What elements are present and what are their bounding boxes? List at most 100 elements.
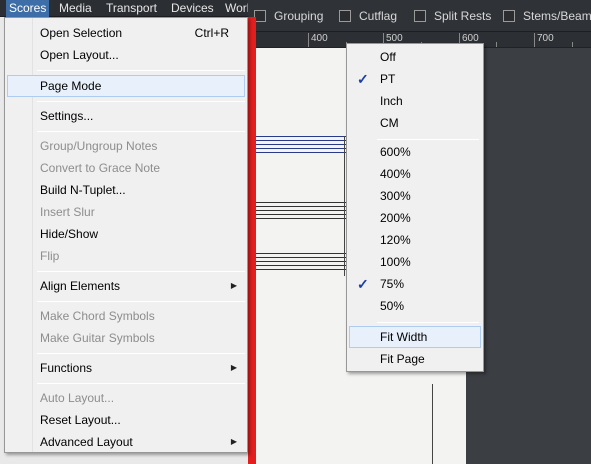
menu-item-functions[interactable]: Functions ▶: [7, 357, 245, 379]
menu-separator: [37, 70, 245, 71]
zoom-item-fit-width[interactable]: Fit Width: [349, 326, 481, 348]
menu-item-hide-show[interactable]: Hide/Show: [7, 223, 245, 245]
menu-item-label: Settings...: [40, 109, 94, 123]
menu-devices[interactable]: Devices: [168, 0, 217, 17]
menu-item-label: Build N-Tuplet...: [40, 183, 126, 197]
submenu-arrow-icon: ▶: [230, 363, 237, 372]
menu-item-label: Open Selection: [40, 26, 123, 40]
menu-item-build-n-tuplet[interactable]: Build N-Tuplet...: [7, 179, 245, 201]
menu-item-label: Group/Ungroup Notes: [40, 139, 158, 153]
menu-item-open-selection[interactable]: Open Selection Ctrl+R: [7, 22, 245, 44]
grouping-checkbox[interactable]: Grouping: [254, 9, 323, 23]
menu-item-label: 120%: [380, 233, 411, 247]
menu-item-group-ungroup-notes: Group/Ungroup Notes: [7, 135, 245, 157]
menu-item-label: 400%: [380, 167, 411, 181]
menu-separator: [37, 301, 245, 302]
menu-item-label: 100%: [380, 255, 411, 269]
menu-separator: [37, 353, 245, 354]
menu-item-label: Page Mode: [40, 79, 102, 93]
menu-item-make-chord-symbols: Make Chord Symbols: [7, 305, 245, 327]
submenu-arrow-icon: ▶: [230, 437, 237, 446]
ruler-tick: [572, 42, 573, 47]
menu-item-label: PT: [380, 72, 396, 86]
menu-transport[interactable]: Transport: [103, 0, 160, 17]
menu-item-settings[interactable]: Settings...: [7, 105, 245, 127]
ruler-tick: [496, 42, 497, 47]
zoom-item-300[interactable]: 300%: [349, 185, 481, 207]
units-zoom-menu: Off ✓ PT Inch CM 600% 400% 300% 200% 120…: [346, 43, 484, 372]
menu-item-label: Reset Layout...: [40, 413, 121, 427]
menu-item-reset-layout[interactable]: Reset Layout...: [7, 409, 245, 431]
menu-item-flip: Flip: [7, 245, 245, 267]
split-rests-checkbox[interactable]: Split Rests: [414, 9, 491, 23]
zoom-item-100[interactable]: 100%: [349, 251, 481, 273]
zoom-item-600[interactable]: 600%: [349, 141, 481, 163]
menu-item-label: Open Layout...: [40, 48, 119, 62]
menu-item-label: Flip: [40, 249, 60, 263]
menu-item-label: Inch: [380, 94, 403, 108]
barline: [344, 136, 345, 276]
menu-separator: [377, 139, 479, 140]
menu-item-label: Make Chord Symbols: [40, 309, 155, 323]
cutflag-label: Cutflag: [359, 9, 398, 23]
ruler-label: 700: [537, 33, 554, 44]
menu-item-label: Fit Width: [380, 330, 428, 344]
menu-item-align-elements[interactable]: Align Elements ▶: [7, 275, 245, 297]
menu-item-label: Off: [380, 50, 396, 64]
menu-item-label: CM: [380, 116, 399, 130]
menu-item-open-layout[interactable]: Open Layout...: [7, 44, 245, 66]
zoom-item-75[interactable]: ✓ 75%: [349, 273, 481, 295]
stems-beams-checkbox[interactable]: Stems/Beams: [503, 9, 591, 23]
zoom-item-50[interactable]: 50%: [349, 295, 481, 317]
grouping-label: Grouping: [274, 9, 324, 23]
menu-media[interactable]: Media: [56, 0, 95, 17]
toolbar: Grouping Cutflag Split Rests Stems/Beams: [248, 0, 591, 32]
playhead-bar[interactable]: [248, 17, 256, 464]
menu-item-label: Make Guitar Symbols: [40, 331, 155, 345]
checkbox-icon: [503, 10, 515, 22]
ruler-tick: [534, 33, 535, 47]
menu-item-label: 200%: [380, 211, 411, 225]
submenu-arrow-icon: ▶: [230, 281, 237, 290]
menu-item-page-mode[interactable]: Page Mode: [7, 75, 245, 97]
zoom-item-400[interactable]: 400%: [349, 163, 481, 185]
zoom-item-120[interactable]: 120%: [349, 229, 481, 251]
menu-item-label: 75%: [380, 277, 405, 291]
ruler-tick: [308, 33, 309, 47]
barline: [432, 384, 433, 464]
menu-item-label: Fit Page: [380, 352, 425, 366]
menu-item-label: Insert Slur: [40, 205, 95, 219]
menu-item-label: 300%: [380, 189, 411, 203]
checkbox-icon: [339, 10, 351, 22]
unit-item-pt[interactable]: ✓ PT: [349, 68, 481, 90]
unit-item-off[interactable]: Off: [349, 46, 481, 68]
menu-separator: [37, 271, 245, 272]
menu-separator: [37, 101, 245, 102]
unit-item-inch[interactable]: Inch: [349, 90, 481, 112]
menu-item-convert-to-grace-note: Convert to Grace Note: [7, 157, 245, 179]
menu-item-make-guitar-symbols: Make Guitar Symbols: [7, 327, 245, 349]
zoom-item-200[interactable]: 200%: [349, 207, 481, 229]
unit-item-cm[interactable]: CM: [349, 112, 481, 134]
menu-item-label: Hide/Show: [40, 227, 99, 241]
scores-menu: Open Selection Ctrl+R Open Layout... Pag…: [4, 17, 248, 453]
cutflag-checkbox[interactable]: Cutflag: [339, 9, 397, 23]
split-rests-label: Split Rests: [434, 9, 492, 23]
menu-item-insert-slur: Insert Slur: [7, 201, 245, 223]
menu-item-label: Align Elements: [40, 279, 121, 293]
checkmark-icon: ✓: [357, 276, 369, 292]
menu-separator: [37, 383, 245, 384]
menu-item-label: Advanced Layout: [40, 435, 133, 449]
ruler-label: 400: [311, 33, 328, 44]
menu-separator: [37, 131, 245, 132]
menu-item-advanced-layout[interactable]: Advanced Layout ▶: [7, 431, 245, 453]
menu-scores[interactable]: Scores: [6, 0, 50, 17]
menu-item-label: Functions: [40, 361, 93, 375]
zoom-item-fit-page[interactable]: Fit Page: [349, 348, 481, 370]
menu-item-label: 600%: [380, 145, 411, 159]
checkmark-icon: ✓: [357, 71, 369, 87]
checkbox-icon: [414, 10, 426, 22]
menu-item-label: Convert to Grace Note: [40, 161, 161, 175]
background-area: [466, 48, 591, 464]
menu-separator: [377, 322, 479, 323]
